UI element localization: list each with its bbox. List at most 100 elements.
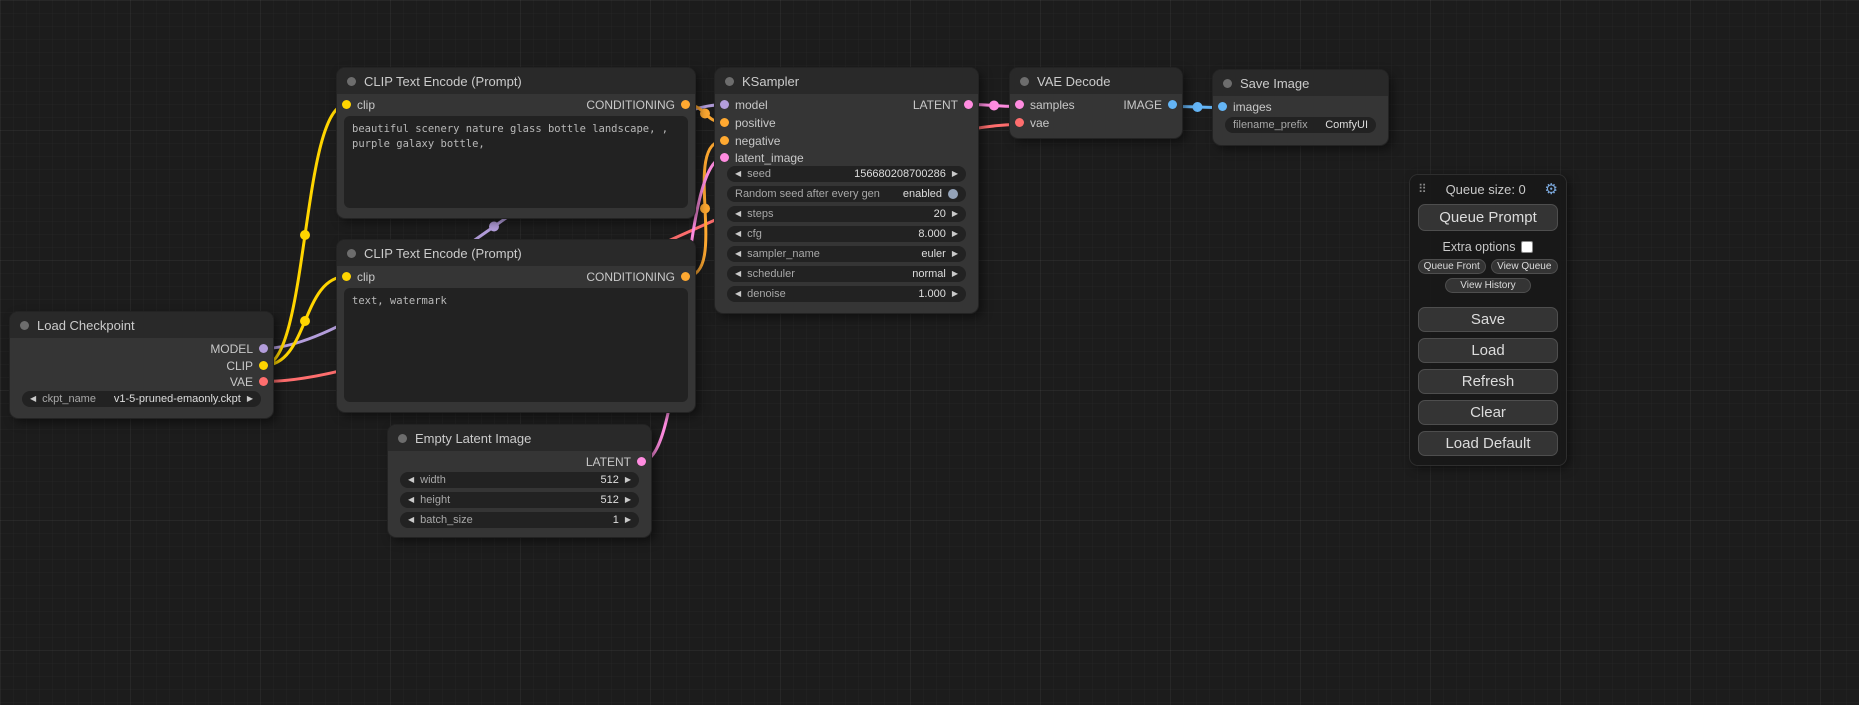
refresh-button[interactable]: Refresh	[1418, 369, 1558, 394]
slot-dot-latent-icon[interactable]	[720, 153, 729, 162]
output-slot-latent[interactable]: LATENT	[586, 453, 646, 470]
node-clip-text-encode-positive[interactable]: CLIP Text Encode (Prompt) clip CONDITION…	[337, 68, 695, 218]
decrement-arrow-icon[interactable]: ◀	[408, 516, 414, 524]
decrement-arrow-icon[interactable]: ◀	[408, 476, 414, 484]
decrement-arrow-icon[interactable]: ◀	[735, 210, 741, 218]
negative-prompt-textarea[interactable]: text, watermark	[344, 288, 688, 402]
increment-arrow-icon[interactable]: ▶	[625, 476, 631, 484]
slot-dot-latent-icon[interactable]	[637, 457, 646, 466]
node-title-bar[interactable]: CLIP Text Encode (Prompt)	[337, 240, 695, 266]
decrement-arrow-icon[interactable]: ◀	[408, 496, 414, 504]
load-default-button[interactable]: Load Default	[1418, 431, 1558, 456]
slot-dot-image-icon[interactable]	[1218, 102, 1227, 111]
output-slot-model[interactable]: MODEL	[210, 340, 268, 357]
collapse-dot-icon[interactable]	[398, 434, 407, 443]
input-slot-images[interactable]: images	[1218, 98, 1272, 115]
node-title-bar[interactable]: KSampler	[715, 68, 978, 94]
slot-dot-model-icon[interactable]	[259, 344, 268, 353]
node-load-checkpoint[interactable]: Load Checkpoint MODEL CLIP VAE ◀ ckpt_na…	[10, 312, 273, 418]
node-save-image[interactable]: Save Image images filename_prefix ComfyU…	[1213, 70, 1388, 145]
widget-filename-prefix[interactable]: filename_prefix ComfyUI	[1225, 117, 1376, 133]
view-queue-button[interactable]: View Queue	[1491, 259, 1559, 274]
increment-arrow-icon[interactable]: ▶	[952, 170, 958, 178]
input-slot-clip[interactable]: clip	[342, 96, 375, 113]
widget-denoise[interactable]: ◀ denoise 1.000 ▶	[727, 286, 966, 302]
input-slot-vae[interactable]: vae	[1015, 114, 1049, 131]
slot-dot-vae-icon[interactable]	[1015, 118, 1024, 127]
output-slot-latent[interactable]: LATENT	[913, 96, 973, 113]
increment-arrow-icon[interactable]: ▶	[952, 250, 958, 258]
slot-dot-image-icon[interactable]	[1168, 100, 1177, 109]
widget-random-seed-toggle[interactable]: Random seed after every gen enabled	[727, 186, 966, 202]
widget-batch-size[interactable]: ◀ batch_size 1 ▶	[400, 512, 639, 528]
decrement-arrow-icon[interactable]: ◀	[735, 250, 741, 258]
widget-ckpt-name[interactable]: ◀ ckpt_name v1-5-pruned-emaonly.ckpt ▶	[22, 391, 261, 407]
slot-dot-clip-icon[interactable]	[342, 272, 351, 281]
output-slot-image[interactable]: IMAGE	[1123, 96, 1177, 113]
slot-dot-vae-icon[interactable]	[259, 377, 268, 386]
widget-cfg[interactable]: ◀ cfg 8.000 ▶	[727, 226, 966, 242]
slot-dot-clip-icon[interactable]	[259, 361, 268, 370]
input-slot-positive[interactable]: positive	[720, 114, 776, 131]
clear-button[interactable]: Clear	[1418, 400, 1558, 425]
widget-height[interactable]: ◀ height 512 ▶	[400, 492, 639, 508]
drag-handle-icon[interactable]: ⠿	[1418, 182, 1427, 196]
node-title-bar[interactable]: CLIP Text Encode (Prompt)	[337, 68, 695, 94]
decrement-arrow-icon[interactable]: ◀	[30, 395, 36, 403]
slot-dot-clip-icon[interactable]	[342, 100, 351, 109]
widget-seed[interactable]: ◀ seed 156680208700286 ▶	[727, 166, 966, 182]
widget-scheduler[interactable]: ◀ scheduler normal ▶	[727, 266, 966, 282]
slot-dot-conditioning-icon[interactable]	[681, 272, 690, 281]
widget-steps[interactable]: ◀ steps 20 ▶	[727, 206, 966, 222]
node-title-bar[interactable]: Empty Latent Image	[388, 425, 651, 451]
input-slot-negative[interactable]: negative	[720, 132, 780, 149]
node-graph-canvas[interactable]: Load Checkpoint MODEL CLIP VAE ◀ ckpt_na…	[0, 0, 1859, 705]
decrement-arrow-icon[interactable]: ◀	[735, 290, 741, 298]
output-slot-clip[interactable]: CLIP	[226, 357, 268, 374]
input-slot-latent-image[interactable]: latent_image	[720, 149, 804, 166]
slot-dot-conditioning-icon[interactable]	[720, 136, 729, 145]
decrement-arrow-icon[interactable]: ◀	[735, 170, 741, 178]
save-button[interactable]: Save	[1418, 307, 1558, 332]
node-empty-latent-image[interactable]: Empty Latent Image LATENT ◀ width 512 ▶ …	[388, 425, 651, 537]
node-ksampler[interactable]: KSampler model positive negative latent_…	[715, 68, 978, 313]
slot-dot-latent-icon[interactable]	[1015, 100, 1024, 109]
node-clip-text-encode-negative[interactable]: CLIP Text Encode (Prompt) clip CONDITION…	[337, 240, 695, 412]
input-slot-clip[interactable]: clip	[342, 268, 375, 285]
decrement-arrow-icon[interactable]: ◀	[735, 230, 741, 238]
collapse-dot-icon[interactable]	[20, 321, 29, 330]
increment-arrow-icon[interactable]: ▶	[625, 516, 631, 524]
queue-front-button[interactable]: Queue Front	[1418, 259, 1486, 274]
extra-options-checkbox[interactable]	[1521, 241, 1533, 253]
collapse-dot-icon[interactable]	[347, 77, 356, 86]
increment-arrow-icon[interactable]: ▶	[952, 290, 958, 298]
increment-arrow-icon[interactable]: ▶	[952, 270, 958, 278]
widget-sampler-name[interactable]: ◀ sampler_name euler ▶	[727, 246, 966, 262]
increment-arrow-icon[interactable]: ▶	[952, 230, 958, 238]
collapse-dot-icon[interactable]	[1223, 79, 1232, 88]
node-title-bar[interactable]: Save Image	[1213, 70, 1388, 96]
input-slot-samples[interactable]: samples	[1015, 96, 1075, 113]
output-slot-conditioning[interactable]: CONDITIONING	[586, 268, 690, 285]
positive-prompt-textarea[interactable]: beautiful scenery nature glass bottle la…	[344, 116, 688, 208]
decrement-arrow-icon[interactable]: ◀	[735, 270, 741, 278]
slot-dot-conditioning-icon[interactable]	[720, 118, 729, 127]
load-button[interactable]: Load	[1418, 338, 1558, 363]
input-slot-model[interactable]: model	[720, 96, 768, 113]
queue-prompt-button[interactable]: Queue Prompt	[1418, 204, 1558, 231]
increment-arrow-icon[interactable]: ▶	[247, 395, 253, 403]
slot-dot-model-icon[interactable]	[720, 100, 729, 109]
node-vae-decode[interactable]: VAE Decode samples vae IMAGE	[1010, 68, 1182, 138]
slot-dot-conditioning-icon[interactable]	[681, 100, 690, 109]
slot-dot-latent-icon[interactable]	[964, 100, 973, 109]
settings-gear-icon[interactable]: ⚙	[1545, 182, 1558, 197]
node-title-bar[interactable]: Load Checkpoint	[10, 312, 273, 338]
collapse-dot-icon[interactable]	[347, 249, 356, 258]
output-slot-vae[interactable]: VAE	[230, 373, 268, 390]
increment-arrow-icon[interactable]: ▶	[625, 496, 631, 504]
collapse-dot-icon[interactable]	[1020, 77, 1029, 86]
node-title-bar[interactable]: VAE Decode	[1010, 68, 1182, 94]
widget-width[interactable]: ◀ width 512 ▶	[400, 472, 639, 488]
collapse-dot-icon[interactable]	[725, 77, 734, 86]
toggle-dot-icon[interactable]	[948, 189, 958, 199]
